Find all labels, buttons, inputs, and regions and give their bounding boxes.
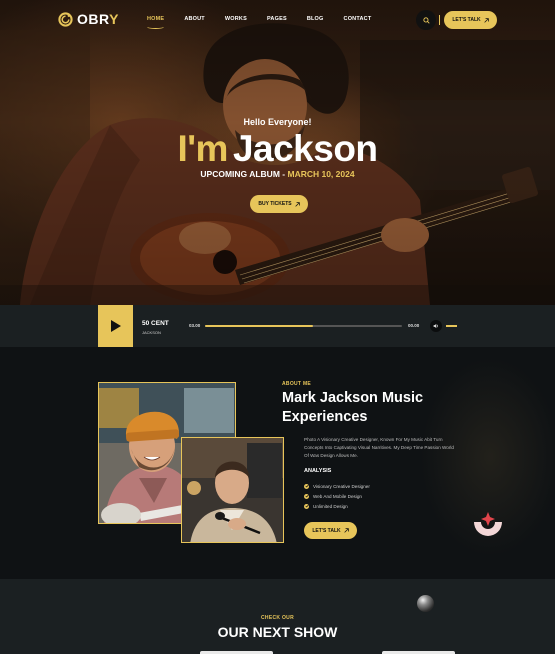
checklist-item-label: Visionary Creative Designer	[313, 483, 370, 489]
search-icon	[422, 16, 430, 24]
check-icon	[304, 493, 309, 499]
decorative-sparkle-icon	[474, 512, 502, 536]
hero-title-prefix: I'm	[177, 128, 228, 169]
volume-button[interactable]	[430, 320, 442, 332]
time-total: 00.00	[408, 323, 420, 328]
hero-album-line: UPCOMING ALBUM - MARCH 10, 2024	[0, 169, 555, 179]
hero-section: OBRY HOME ABOUT WORKS PAGES BLOG CONTACT…	[0, 0, 555, 305]
checklist-item-label: Web And Mobile Design	[313, 493, 362, 499]
about-description: Photo A Visionary Creative Designer, Kno…	[304, 437, 454, 458]
hero-title: I'm Jackson	[0, 128, 555, 170]
analysis-checklist: Visionary Creative Designer Web And Mobi…	[304, 481, 370, 511]
arrow-up-right-icon	[484, 17, 489, 23]
logo-icon	[58, 11, 73, 27]
about-section: ABOUT ME Mark Jackson Music Experiences …	[0, 347, 555, 579]
about-kicker: ABOUT ME	[282, 381, 312, 387]
volume-icon	[433, 323, 438, 329]
singer-photo	[182, 438, 283, 542]
search-button[interactable]	[416, 10, 436, 30]
nav-item-contact[interactable]: CONTACT	[344, 16, 372, 22]
nav-item-works[interactable]: WORKS	[225, 16, 247, 22]
nav-item-blog[interactable]: BLOG	[307, 16, 324, 22]
top-navigation: OBRY HOME ABOUT WORKS PAGES BLOG CONTACT…	[0, 8, 555, 32]
checklist-item: Web And Mobile Design	[304, 491, 370, 501]
buy-tickets-button[interactable]: BUY TICKETS	[250, 195, 308, 213]
checklist-item: Unlimited Design	[304, 501, 370, 511]
album-date: MARCH 10, 2024	[287, 169, 355, 179]
hero-title-name: Jackson	[232, 128, 378, 169]
lets-talk-button[interactable]: LET'S TALK	[444, 11, 497, 29]
checklist-item: Visionary Creative Designer	[304, 481, 370, 491]
progress-fill	[205, 325, 314, 327]
logo[interactable]: OBRY	[58, 11, 119, 27]
volume-slider[interactable]	[446, 325, 457, 327]
arrow-up-right-icon	[294, 201, 300, 207]
logo-text: OBRY	[77, 11, 119, 27]
music-player: 50 CENT JACKSON 03.00 00.00	[0, 305, 555, 347]
buy-tickets-label: BUY TICKETS	[258, 201, 292, 207]
arrow-up-right-icon	[344, 528, 349, 533]
about-lets-talk-button[interactable]: LET'S TALK	[304, 522, 357, 539]
play-icon	[110, 320, 121, 332]
nav-item-pages[interactable]: PAGES	[267, 16, 287, 22]
track-title: 50 CENT	[142, 320, 169, 327]
about-title: Mark Jackson Music Experiences	[282, 390, 424, 425]
shows-section: CHECK OUR OUR NEXT SHOW	[0, 579, 555, 654]
nav-item-home[interactable]: HOME	[147, 16, 165, 29]
decorative-sphere	[417, 595, 434, 612]
progress-slider[interactable]	[205, 325, 402, 327]
shows-kicker: CHECK OUR	[261, 615, 294, 621]
time-current: 03.00	[189, 323, 201, 328]
shows-title: OUR NEXT SHOW	[217, 624, 338, 640]
checklist-item-label: Unlimited Design	[313, 503, 348, 509]
lets-talk-label: LET'S TALK	[452, 17, 481, 23]
play-button[interactable]	[98, 305, 133, 347]
hero-greeting: Hello Everyone!	[243, 117, 312, 127]
nav-divider	[439, 15, 440, 25]
check-icon	[304, 503, 309, 509]
nav-item-about[interactable]: ABOUT	[184, 16, 205, 22]
analysis-heading: ANALYSIS	[304, 468, 332, 474]
album-label: UPCOMING ALBUM -	[200, 169, 286, 179]
check-icon	[304, 483, 309, 489]
main-menu: HOME ABOUT WORKS PAGES BLOG CONTACT	[147, 16, 391, 29]
about-photo-secondary	[181, 437, 284, 543]
about-lets-talk-label: LET'S TALK	[312, 527, 341, 534]
track-artist: JACKSON	[142, 330, 161, 335]
